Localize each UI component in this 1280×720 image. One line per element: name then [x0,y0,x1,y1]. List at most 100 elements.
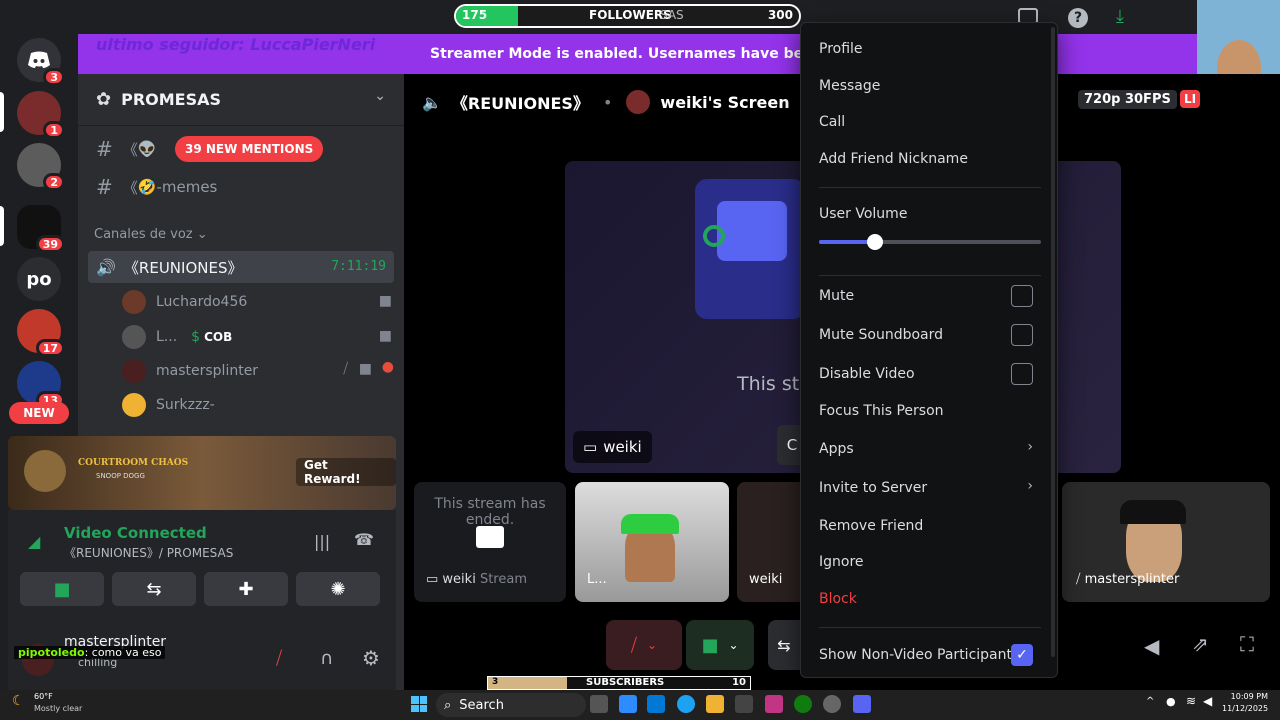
settings-gear-icon[interactable]: ⚙ [362,646,380,670]
volume-icon[interactable]: ◀ [1144,634,1159,658]
voice-category[interactable]: Canales de voz ⌄ [94,227,208,242]
xbox-icon[interactable] [794,695,812,713]
mic-tray-icon[interactable]: ● [1166,695,1176,708]
zoom-app-icon[interactable] [619,695,637,713]
menu-item-profile[interactable]: Profile [811,32,1047,66]
connection-status[interactable]: Video Connected [64,524,207,542]
voice-channel[interactable]: 🔊 《REUNIONES》 7:11:19 [88,251,394,283]
volume-tray-icon[interactable]: ◀ [1203,694,1212,708]
menu-item-apps[interactable]: Apps › [811,432,1047,466]
server-icon[interactable]: 17 [17,309,65,357]
stage-screen-name: weiki's Screen [660,92,790,112]
voice-connection-panel: ◢ Video Connected 《REUNIONES》/ PROMESAS … [8,510,396,640]
chevron-down-icon[interactable]: ⌄ [647,638,657,652]
muted-icon: ⧸ [343,361,348,377]
server-po[interactable]: po [17,257,61,301]
channel-emoji: 🤣 [137,178,157,196]
menu-item-focus[interactable]: Focus This Person [811,394,1047,428]
pop-out-icon[interactable]: ⇗ [1192,632,1209,656]
server-icon[interactable]: 2 [17,143,65,191]
black-cap [1120,500,1186,524]
server-icon[interactable]: 1 [17,91,65,139]
screen-share-button[interactable]: ⇆ [768,620,800,670]
server-icon[interactable]: 39 [17,205,65,253]
discord-home-icon[interactable]: 3 [17,38,65,86]
get-reward-button[interactable]: Get Reward! [296,458,396,486]
tile-suffix: Stream [479,572,527,587]
edge-browser-icon[interactable] [677,695,695,713]
menu-item-show-nonvideo[interactable]: Show Non-Video Participants ✓ [811,638,1047,672]
discord-taskbar-icon[interactable] [853,695,871,713]
clock-date[interactable]: 11/12/2025 [1222,704,1268,713]
menu-item-mute-soundboard[interactable]: Mute Soundboard [811,318,1047,352]
video-icon: ■ [378,328,392,344]
app-icon[interactable] [823,695,841,713]
menu-item-ignore[interactable]: Ignore [811,545,1047,579]
noise-suppression-icon[interactable]: ||| [314,532,330,551]
menu-item-block[interactable]: Block [811,582,1047,616]
download-icon[interactable]: ⤓ [1116,6,1124,27]
voice-user[interactable]: Luchardo456 ■ [122,287,402,317]
soundboard-button[interactable]: ✺ [296,572,380,606]
disable-video-checkbox[interactable] [1011,363,1033,385]
weather-desc[interactable]: Mostly clear [34,704,82,713]
disconnect-icon[interactable]: ☎ [354,530,374,549]
volume-handle[interactable] [866,234,883,250]
activities-button[interactable]: ✚ [204,572,288,606]
menu-item-call[interactable]: Call [811,105,1047,139]
screen-share-icon: ⇆ [777,635,791,655]
mail-app-icon[interactable] [647,695,665,713]
task-view-icon[interactable] [590,695,608,713]
new-servers-badge[interactable]: NEW [9,402,69,424]
server-icon[interactable]: 13 [17,361,65,409]
participant-tile[interactable]: ⧸ mastersplinter [1062,482,1270,602]
subscribers-label: SUBSCRIBERS [586,677,665,688]
menu-item-add-nickname[interactable]: Add Friend Nickname [811,142,1047,176]
menu-item-invite[interactable]: Invite to Server › [811,471,1047,505]
user-volume-label: User Volume [819,206,908,222]
camera-button[interactable]: ■ ⌄ [686,620,754,670]
taskbar-search[interactable]: ⌕ Search [436,693,586,717]
server-name: PROMESAS [121,90,222,109]
instagram-icon[interactable] [765,695,783,713]
menu-separator [819,627,1041,628]
participant-tile[interactable]: weiki [737,482,801,602]
camera-button[interactable]: ■ [20,572,104,606]
mute-button[interactable]: ⧸ ⌄ [606,620,682,670]
participant-tile[interactable]: This stream has ended. ▭ weiki Stream [414,482,566,602]
menu-item-disable-video[interactable]: Disable Video [811,357,1047,391]
connection-channel[interactable]: 《REUNIONES》/ PROMESAS [64,544,233,561]
participant-tile[interactable]: L... [575,482,729,602]
chevron-down-icon[interactable]: ⌄ [374,88,386,104]
file-explorer-icon[interactable] [706,695,724,713]
store-app-icon[interactable] [735,695,753,713]
windows-start-icon[interactable] [411,696,427,712]
menu-item-remove-friend[interactable]: Remove Friend [811,509,1047,543]
voice-user[interactable]: L... $ COB ■ [122,322,402,352]
channel-item[interactable]: # 《 🤣 -memes [88,170,394,204]
show-nonvideo-checkbox-checked[interactable]: ✓ [1011,644,1033,666]
couch-illustration [695,179,805,319]
mic-muted-icon[interactable]: ⧸ [276,648,282,669]
weather-temp[interactable]: 60°F [34,692,53,701]
headphones-icon[interactable]: ∩ [320,648,333,669]
voice-user[interactable]: Surkzzz- [122,390,402,420]
mute-checkbox[interactable] [1011,285,1033,307]
voice-user[interactable]: mastersplinter ⧸ ■ ● [122,356,402,386]
server-header[interactable]: ✿ PROMESAS ⌄ [78,74,404,126]
screen-share-button[interactable]: ⇆ [112,572,196,606]
mute-soundboard-checkbox[interactable] [1011,324,1033,346]
user-volume-slider[interactable] [819,234,1041,250]
help-icon[interactable]: ? [1068,8,1088,28]
chevron-down-icon[interactable]: ⌄ [728,638,738,652]
menu-scrollbar[interactable] [1051,27,1055,657]
menu-item-message[interactable]: Message [811,69,1047,103]
followers-right: 300 [767,8,793,22]
clock-time[interactable]: 10:09 PM [1226,692,1268,701]
tray-chevron-icon[interactable]: ^ [1146,696,1154,707]
wifi-icon[interactable]: ≋ [1186,694,1196,708]
fullscreen-icon[interactable]: ⛶ [1240,632,1254,656]
menu-item-mute[interactable]: Mute [811,279,1047,313]
new-mentions-pill[interactable]: 39 NEW MENTIONS [175,136,324,162]
avatar [626,90,651,114]
